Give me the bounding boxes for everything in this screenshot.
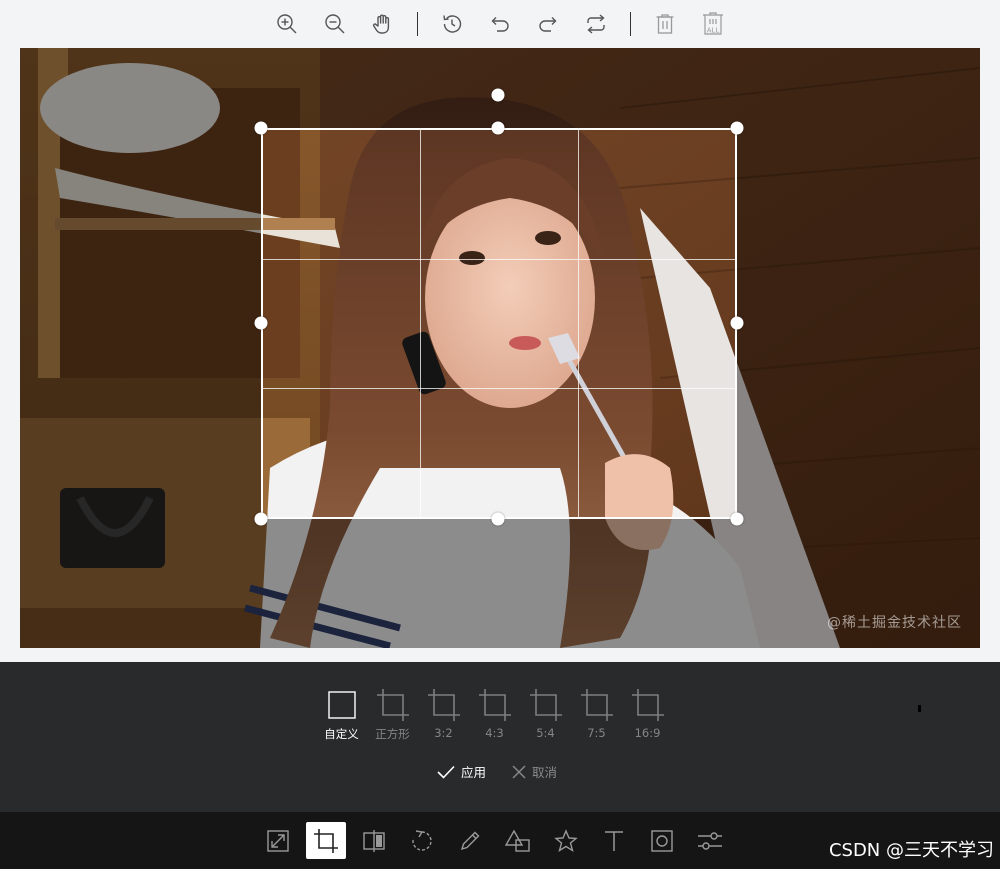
zoom-out-icon — [325, 14, 345, 34]
ratio-custom-button[interactable]: 自定义 — [316, 688, 367, 742]
crop-actions: 应用 取消 — [437, 762, 557, 781]
crop-handle-bottom-right[interactable] — [730, 512, 744, 526]
top-toolbar: ALL — [0, 0, 1000, 48]
crop-grid-line — [577, 130, 579, 517]
rotate-handle[interactable] — [491, 88, 505, 102]
crop-ratio-icon — [580, 689, 613, 721]
flip-icon — [363, 829, 385, 852]
ratio-label: 自定义 — [324, 727, 359, 741]
mask-icon — [651, 829, 673, 852]
ratio-label: 5:4 — [536, 726, 555, 740]
close-icon — [512, 765, 526, 778]
icon-tool-button[interactable] — [546, 822, 586, 859]
undo-icon — [491, 17, 509, 32]
flip-button[interactable] — [354, 822, 394, 859]
resize-button[interactable] — [258, 822, 298, 859]
custom-ratio-icon — [327, 691, 356, 719]
draw-icon — [460, 831, 480, 850]
ratio-label: 3:2 — [434, 726, 453, 740]
crop-submenu: 自定义 正方形 3:2 4:3 5:4 7:5 16:9 应用 取消 — [0, 662, 1000, 812]
delete-button[interactable] — [641, 0, 689, 48]
toolbar-separator — [630, 12, 631, 36]
draw-button[interactable] — [450, 822, 490, 859]
apply-label: 应用 — [461, 765, 487, 780]
check-icon — [437, 765, 455, 779]
zoom-in-button[interactable] — [263, 0, 311, 48]
main-menu: CSDN @三天不学习 — [0, 812, 1000, 869]
delete-all-button[interactable]: ALL — [689, 0, 737, 48]
icon-tool-icon — [554, 828, 578, 852]
delete-icon — [656, 14, 674, 34]
delete-all-icon: ALL — [703, 12, 723, 35]
crop-button[interactable] — [306, 822, 346, 859]
redo-icon — [539, 17, 557, 32]
zoom-in-icon — [277, 14, 297, 34]
ratio-3-2-button[interactable]: 3:2 — [418, 688, 469, 742]
mask-button[interactable] — [642, 822, 682, 859]
crop-handle-bottom-left[interactable] — [254, 512, 268, 526]
rotate-icon — [412, 829, 432, 851]
hand-icon — [372, 14, 390, 34]
cancel-label: 取消 — [532, 765, 558, 780]
ratio-label: 4:3 — [485, 726, 504, 740]
toolbar-separator — [417, 12, 418, 36]
crop-handle-left[interactable] — [254, 316, 268, 330]
crop-grid-line — [263, 258, 735, 260]
resize-icon — [267, 829, 289, 852]
crop-handle-top-right[interactable] — [730, 121, 744, 135]
ratio-16-9-button[interactable]: 16:9 — [622, 688, 673, 742]
crop-grid-line — [420, 130, 422, 517]
hand-button[interactable] — [359, 0, 407, 48]
crop-dim-right — [737, 128, 980, 519]
ratio-label: 16:9 — [634, 726, 661, 740]
rotate-button[interactable] — [402, 822, 442, 859]
crop-handle-top[interactable] — [491, 121, 505, 135]
reset-button[interactable] — [572, 0, 620, 48]
csdn-watermark: CSDN @三天不学习 — [828, 840, 994, 861]
crop-handle-bottom[interactable] — [491, 512, 505, 526]
apply-button[interactable]: 应用 — [437, 762, 486, 781]
crop-handle-top-left[interactable] — [254, 121, 268, 135]
shape-button[interactable] — [498, 822, 538, 859]
text-button[interactable] — [594, 822, 634, 859]
shape-icon — [505, 829, 530, 852]
ratio-7-5-button[interactable]: 7:5 — [571, 688, 622, 742]
main-menu-row — [258, 812, 738, 869]
ratio-square-button[interactable]: 正方形 — [367, 688, 418, 742]
redo-button[interactable] — [524, 0, 572, 48]
crop-box[interactable] — [261, 128, 737, 519]
image-watermark: @稀土掘金技术社区 — [827, 615, 962, 631]
ratio-5-4-button[interactable]: 5:4 — [520, 688, 571, 742]
crop-icon — [314, 828, 338, 853]
ratio-label: 正方形 — [375, 727, 410, 741]
undo-button[interactable] — [476, 0, 524, 48]
image-editor: ALL @稀土掘金技术社区 自定义 正方形 3:2 4:3 5:4 7:5 16… — [0, 0, 1000, 869]
filter-icon — [698, 831, 722, 850]
crop-ratio-icon — [376, 689, 409, 721]
ratio-label: 7:5 — [587, 726, 606, 740]
filter-button[interactable] — [690, 822, 730, 859]
crop-ratio-icon — [529, 689, 562, 721]
history-button[interactable] — [428, 0, 476, 48]
history-icon — [443, 15, 462, 33]
image-canvas[interactable]: @稀土掘金技术社区 — [20, 48, 980, 648]
reset-icon — [587, 14, 605, 34]
crop-ratio-icon — [478, 689, 511, 721]
crop-dim-left — [20, 128, 261, 519]
cancel-button[interactable]: 取消 — [512, 762, 557, 781]
crop-ratio-row: 自定义 正方形 3:2 4:3 5:4 7:5 16:9 — [316, 688, 673, 742]
crop-ratio-icon — [427, 689, 460, 721]
text-icon — [605, 830, 623, 851]
crop-ratio-icon — [631, 689, 664, 721]
ratio-4-3-button[interactable]: 4:3 — [469, 688, 520, 742]
crop-grid-line — [263, 387, 735, 389]
delete-all-text: ALL — [707, 27, 720, 35]
zoom-out-button[interactable] — [311, 0, 359, 48]
crop-handle-right[interactable] — [730, 316, 744, 330]
cursor-mark — [918, 705, 921, 712]
